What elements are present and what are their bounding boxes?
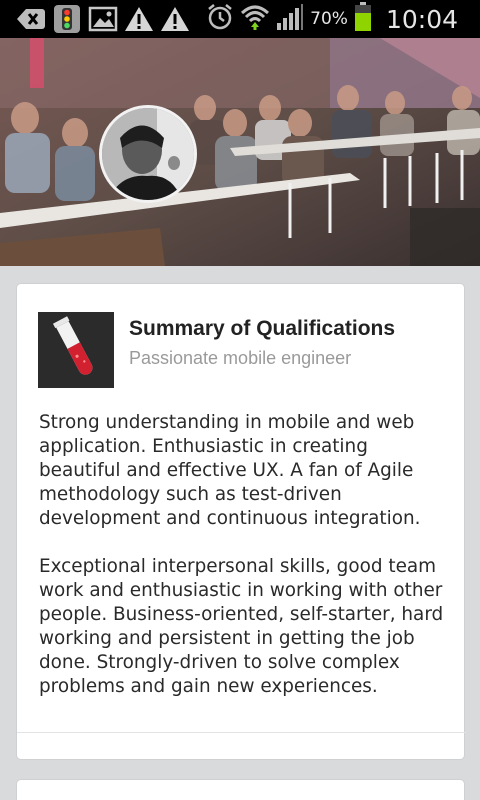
card-body: Strong understanding in mobile and web a… bbox=[39, 411, 451, 723]
summary-paragraph: Strong understanding in mobile and web a… bbox=[39, 412, 421, 529]
warning-icon bbox=[160, 4, 190, 34]
card-title: Summary of Qualifications bbox=[129, 317, 396, 340]
alarm-icon bbox=[206, 3, 234, 35]
warning-icon bbox=[124, 4, 154, 34]
signal-icon bbox=[276, 3, 304, 35]
summary-card: Summary of Qualifications Passionate mob… bbox=[16, 283, 466, 760]
battery-percent: 70% bbox=[310, 9, 348, 29]
system-icons: 70% 10:04 bbox=[206, 2, 458, 36]
next-card bbox=[16, 779, 465, 800]
clock: 10:04 bbox=[385, 4, 458, 34]
card-subtitle: Passionate mobile engineer bbox=[129, 348, 352, 368]
card-divider bbox=[17, 732, 466, 733]
status-bar: 70% 10:04 bbox=[0, 0, 480, 38]
wifi-icon bbox=[240, 3, 270, 35]
traffic-light-icon bbox=[52, 4, 82, 34]
image-icon bbox=[88, 4, 118, 34]
cover-photo bbox=[0, 38, 480, 266]
test-tube-icon bbox=[38, 312, 114, 388]
back-notification-icon bbox=[16, 4, 46, 34]
avatar[interactable] bbox=[99, 105, 197, 203]
notification-icons bbox=[16, 4, 190, 34]
summary-paragraph: Exceptional interpersonal skills, good t… bbox=[39, 556, 444, 697]
battery-icon bbox=[354, 2, 372, 36]
